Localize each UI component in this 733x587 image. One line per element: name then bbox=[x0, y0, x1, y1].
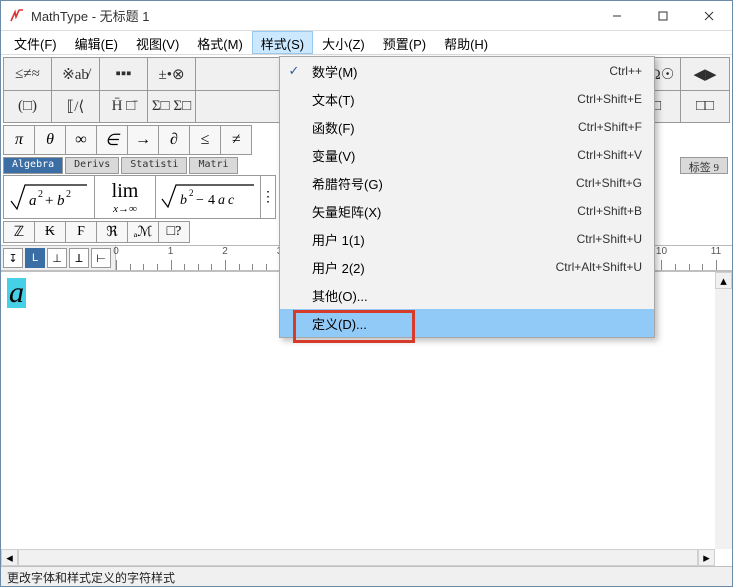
svg-text:b: b bbox=[180, 193, 187, 208]
ruler-btn-1[interactable]: L bbox=[25, 248, 45, 268]
palette-nav[interactable]: ◀▶ bbox=[681, 58, 729, 90]
menu-size[interactable]: 大小(Z) bbox=[313, 31, 374, 54]
tpl-sums[interactable]: Σ□ Σ□ bbox=[148, 91, 196, 122]
status-text: 更改字体和样式定义的字符样式 bbox=[7, 571, 175, 585]
window-controls bbox=[594, 1, 732, 31]
svg-text:2: 2 bbox=[189, 188, 194, 198]
tpl-fractions[interactable]: ⟦/⟨ bbox=[52, 91, 100, 122]
sm-am[interactable]: ₐℳ bbox=[127, 221, 159, 243]
tab-algebra[interactable]: Algebra bbox=[3, 157, 63, 174]
status-bar: 更改字体和样式定义的字符样式 bbox=[1, 566, 732, 586]
svg-text:2: 2 bbox=[38, 189, 43, 200]
tpl-bars[interactable]: H̄ □̄ bbox=[100, 91, 148, 122]
sm-q[interactable]: □? bbox=[158, 221, 190, 243]
menu-preferences[interactable]: 预置(P) bbox=[374, 31, 435, 54]
dd-function[interactable]: 函数(F) Ctrl+Shift+F bbox=[280, 113, 654, 141]
scroll-track[interactable] bbox=[18, 549, 698, 566]
sym-theta[interactable]: θ bbox=[34, 125, 66, 155]
svg-text:b: b bbox=[57, 193, 65, 209]
sym-neq[interactable]: ≠ bbox=[220, 125, 252, 155]
lim-sub: x→∞ bbox=[113, 203, 137, 215]
style-dropdown: ✓ 数学(M) Ctrl++ 文本(T) Ctrl+Shift+E 函数(F) … bbox=[279, 56, 655, 338]
ruler-buttons: ↧ L ⊥ ꓕ ⊢ bbox=[1, 246, 115, 270]
menu-help[interactable]: 帮助(H) bbox=[435, 31, 497, 54]
dd-greek[interactable]: 希腊符号(G) Ctrl+Shift+G bbox=[280, 169, 654, 197]
sym-arrow[interactable]: → bbox=[127, 125, 159, 155]
sym-pi[interactable]: π bbox=[3, 125, 35, 155]
scroll-up-icon[interactable]: ▴ bbox=[715, 272, 732, 289]
menu-style[interactable]: 样式(S) bbox=[252, 31, 313, 54]
expr-sqrt-disc[interactable]: b 2 − 4 a c bbox=[155, 175, 261, 219]
titlebar: MathType - 无标题 1 bbox=[1, 1, 732, 31]
sym-infinity[interactable]: ∞ bbox=[65, 125, 97, 155]
dd-user1[interactable]: 用户 1(1) Ctrl+Shift+U bbox=[280, 225, 654, 253]
minimize-button[interactable] bbox=[594, 1, 640, 31]
ruler-btn-0[interactable]: ↧ bbox=[3, 248, 23, 268]
menu-format[interactable]: 格式(M) bbox=[188, 31, 252, 54]
svg-text:2: 2 bbox=[66, 189, 71, 200]
menu-view[interactable]: 视图(V) bbox=[127, 31, 188, 54]
svg-text:+: + bbox=[45, 193, 53, 209]
sym-partial[interactable]: ∂ bbox=[158, 125, 190, 155]
ruler-btn-2[interactable]: ⊥ bbox=[47, 248, 67, 268]
dd-user2[interactable]: 用户 2(2) Ctrl+Alt+Shift+U bbox=[280, 253, 654, 281]
horizontal-scrollbar[interactable]: ◂ ▸ bbox=[1, 549, 715, 566]
palette-embellish[interactable]: ※ab̸ bbox=[52, 58, 100, 90]
sm-k[interactable]: ₭ bbox=[34, 221, 66, 243]
svg-text:c: c bbox=[228, 193, 235, 208]
tab-label9[interactable]: 标签 9 bbox=[680, 157, 728, 174]
menu-file[interactable]: 文件(F) bbox=[5, 31, 66, 54]
tab-matri[interactable]: Matri bbox=[189, 157, 237, 174]
sym-in[interactable]: ∈ bbox=[96, 125, 128, 155]
expr-limit[interactable]: lim x→∞ bbox=[94, 175, 156, 219]
lim-text: lim bbox=[112, 180, 139, 203]
tab-derivs[interactable]: Derivs bbox=[65, 157, 119, 174]
expr-sqrt-a2b2[interactable]: a 2 + b 2 bbox=[3, 175, 95, 219]
menubar: 文件(F) 编辑(E) 视图(V) 格式(M) 样式(S) 大小(Z) 预置(P… bbox=[1, 31, 732, 55]
close-button[interactable] bbox=[686, 1, 732, 31]
svg-text:a: a bbox=[29, 193, 37, 209]
palette-spaces[interactable]: ▪▪▪ bbox=[100, 58, 148, 90]
palette-relations[interactable]: ≤≠≈ bbox=[4, 58, 52, 90]
svg-text:−: − bbox=[196, 193, 204, 208]
menu-edit[interactable]: 编辑(E) bbox=[66, 31, 127, 54]
dd-vector-matrix[interactable]: 矢量矩阵(X) Ctrl+Shift+B bbox=[280, 197, 654, 225]
svg-text:4: 4 bbox=[208, 193, 215, 208]
expr-more[interactable]: ⋮ bbox=[260, 175, 276, 219]
scroll-right-icon[interactable]: ▸ bbox=[698, 549, 715, 566]
dd-define[interactable]: 定义(D)... bbox=[280, 309, 654, 337]
app-icon bbox=[9, 8, 25, 24]
sm-r[interactable]: ℜ bbox=[96, 221, 128, 243]
check-icon: ✓ bbox=[280, 63, 308, 79]
scroll-left-icon[interactable]: ◂ bbox=[1, 549, 18, 566]
sm-z[interactable]: ℤ bbox=[3, 221, 35, 243]
window-title: MathType - 无标题 1 bbox=[31, 6, 594, 25]
tpl-boxes[interactable]: □□ bbox=[681, 91, 729, 122]
ruler-btn-4[interactable]: ⊢ bbox=[91, 248, 111, 268]
tab-statisti[interactable]: Statisti bbox=[121, 157, 187, 174]
svg-text:a: a bbox=[218, 193, 225, 208]
sm-f[interactable]: Ϝ bbox=[65, 221, 97, 243]
editor-content: a bbox=[7, 278, 26, 308]
vertical-scrollbar[interactable]: ▴ bbox=[715, 272, 732, 549]
tpl-fences[interactable]: (□) bbox=[4, 91, 52, 122]
maximize-button[interactable] bbox=[640, 1, 686, 31]
ruler-btn-3[interactable]: ꓕ bbox=[69, 248, 89, 268]
dd-variable[interactable]: 变量(V) Ctrl+Shift+V bbox=[280, 141, 654, 169]
dd-text[interactable]: 文本(T) Ctrl+Shift+E bbox=[280, 85, 654, 113]
dd-other[interactable]: 其他(O)... bbox=[280, 281, 654, 309]
dd-math[interactable]: ✓ 数学(M) Ctrl++ bbox=[280, 57, 654, 85]
palette-operators[interactable]: ±•⊗ bbox=[148, 58, 196, 90]
sym-leq[interactable]: ≤ bbox=[189, 125, 221, 155]
